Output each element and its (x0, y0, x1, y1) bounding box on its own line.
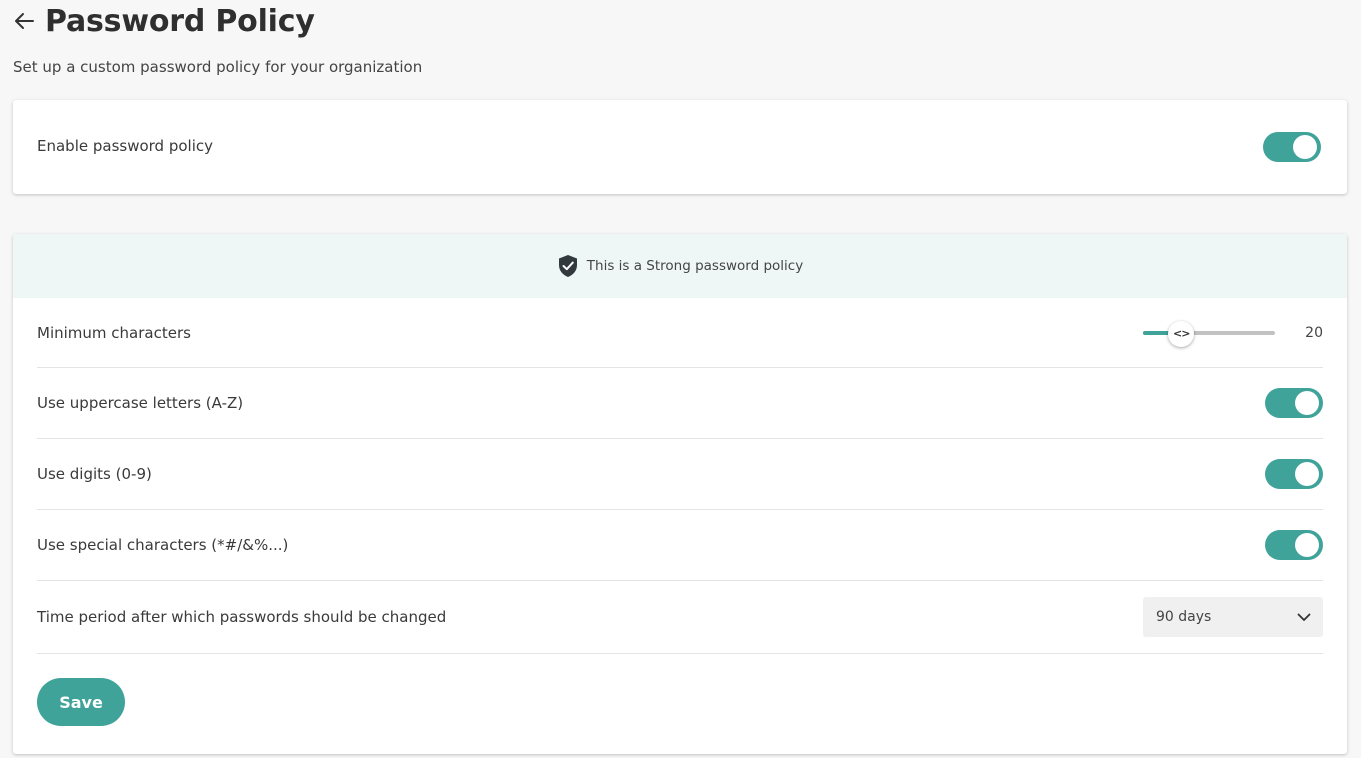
digits-toggle[interactable] (1265, 459, 1323, 489)
special-characters-toggle[interactable] (1265, 530, 1323, 560)
slider-thumb[interactable]: <> (1168, 320, 1195, 347)
password-period-value: 90 days (1156, 609, 1212, 625)
chevron-down-icon (1297, 613, 1311, 622)
toggle-knob (1295, 391, 1319, 415)
toggle-knob (1295, 462, 1319, 486)
enable-policy-label: Enable password policy (37, 137, 214, 155)
arrow-left-icon (15, 13, 34, 29)
enable-policy-toggle[interactable] (1263, 132, 1321, 162)
save-button[interactable]: Save (37, 678, 125, 726)
toggle-knob (1295, 533, 1319, 557)
strength-banner: This is a Strong password policy (13, 234, 1347, 298)
special-characters-label: Use special characters (*#/&%...) (37, 536, 289, 554)
min-characters-row: Minimum characters <> 20 (37, 298, 1323, 368)
min-characters-value: 20 (1305, 324, 1323, 341)
uppercase-row: Use uppercase letters (A-Z) (37, 368, 1323, 439)
page-header: Password Policy (12, 0, 315, 42)
password-period-label: Time period after which passwords should… (37, 608, 447, 626)
digits-row: Use digits (0-9) (37, 439, 1323, 510)
min-characters-slider[interactable]: <> (1143, 320, 1275, 347)
special-characters-row: Use special characters (*#/&%...) (37, 510, 1323, 581)
enable-policy-card: Enable password policy (13, 100, 1347, 194)
password-period-select[interactable]: 90 days (1143, 597, 1323, 637)
password-period-row: Time period after which passwords should… (37, 581, 1323, 654)
page-subtitle: Set up a custom password policy for your… (13, 58, 423, 76)
uppercase-label: Use uppercase letters (A-Z) (37, 394, 244, 412)
strength-banner-text: This is a Strong password policy (586, 258, 804, 274)
shield-check-icon (557, 254, 579, 278)
uppercase-toggle[interactable] (1265, 388, 1323, 418)
back-button[interactable] (12, 9, 36, 33)
min-characters-label: Minimum characters (37, 323, 191, 342)
policy-settings-card: This is a Strong password policy Minimum… (13, 234, 1347, 754)
toggle-knob (1293, 135, 1317, 159)
digits-label: Use digits (0-9) (37, 465, 152, 483)
page-title: Password Policy (45, 3, 315, 39)
